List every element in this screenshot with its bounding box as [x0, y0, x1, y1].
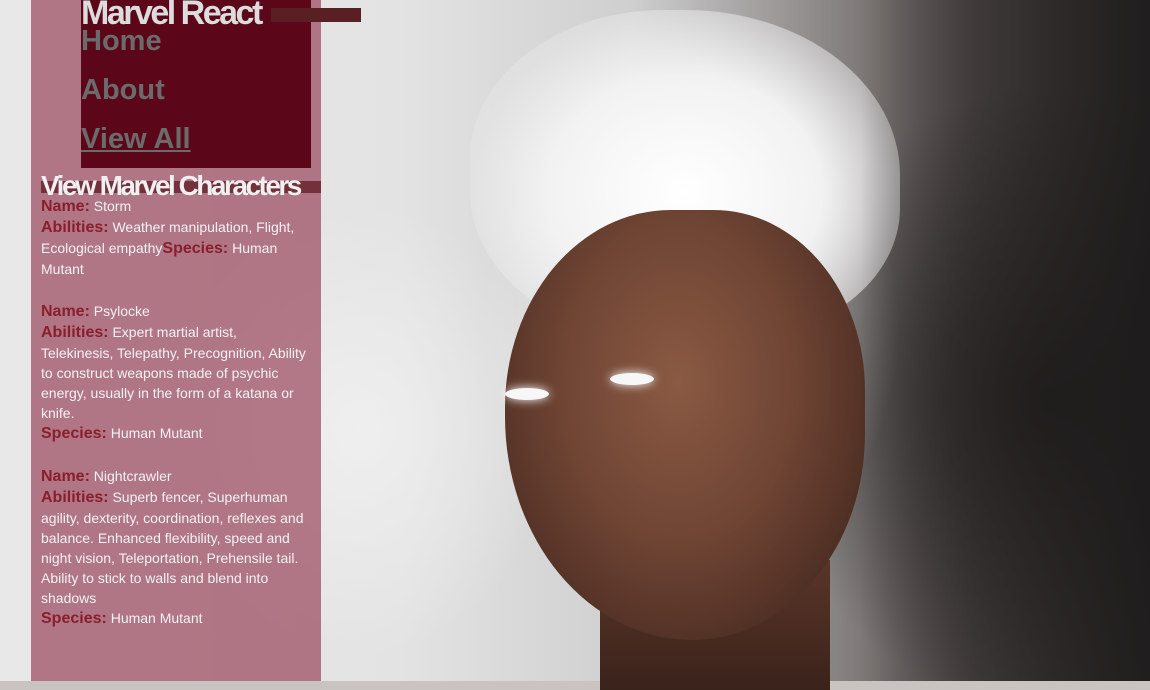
- hero-eye-right: [610, 373, 654, 385]
- character-card[interactable]: Name: Psylocke Abilities: Expert martial…: [41, 301, 309, 444]
- character-name: Nightcrawler: [93, 468, 172, 484]
- nav-about-link[interactable]: About: [81, 74, 165, 107]
- character-card[interactable]: Name: Storm Abilities: Weather manipulat…: [41, 196, 309, 279]
- name-label: Name:: [41, 198, 90, 215]
- abilities-label: Abilities:: [41, 219, 109, 236]
- character-species: Human Mutant: [110, 425, 203, 441]
- species-label: Species:: [162, 240, 229, 257]
- hero-face: [505, 210, 865, 640]
- character-card[interactable]: Name: Nightcrawler Abilities: Superb fen…: [41, 466, 309, 629]
- hero-shadow: [860, 0, 1150, 681]
- nav-home-link[interactable]: Home: [81, 25, 162, 58]
- nav-view-all-link[interactable]: View All: [81, 123, 191, 156]
- character-name: Psylocke: [93, 303, 150, 319]
- character-list: Name: Storm Abilities: Weather manipulat…: [41, 196, 309, 651]
- abilities-label: Abilities:: [41, 324, 109, 341]
- abilities-label: Abilities:: [41, 489, 109, 506]
- brand-underline-bar: [271, 8, 361, 22]
- character-abilities: Superb fencer, Superhuman agility, dexte…: [41, 489, 304, 606]
- species-label: Species:: [41, 610, 107, 627]
- hero-eye-left: [505, 388, 549, 400]
- character-name: Storm: [93, 198, 132, 214]
- name-label: Name:: [41, 468, 90, 485]
- name-label: Name:: [41, 303, 90, 320]
- species-label: Species:: [41, 425, 107, 442]
- character-species: Human Mutant: [110, 610, 203, 626]
